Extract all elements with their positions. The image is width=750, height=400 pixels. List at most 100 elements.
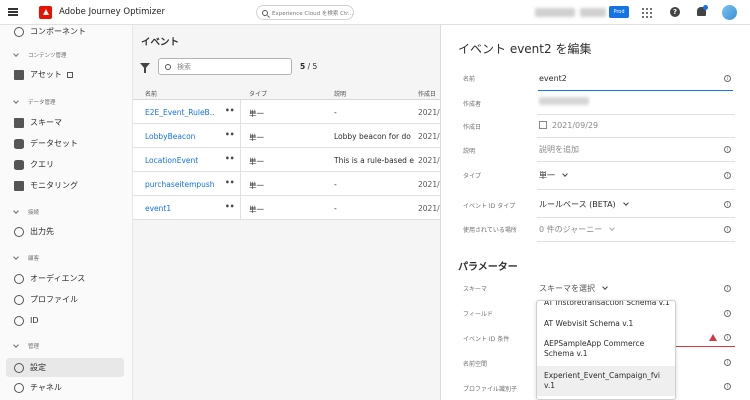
more-actions-icon[interactable]: ••• [225, 154, 235, 163]
table-row[interactable]: LocationEvent ••• 単一 This is a rule-base… [133, 148, 440, 172]
sidebar-item-components[interactable]: コンポーネント [6, 25, 124, 41]
column-header-type[interactable]: タイプ [249, 89, 267, 98]
event-created-date: 2021/0 [418, 204, 440, 213]
type-label: タイプ [463, 173, 482, 180]
sidebar-item-label: オーディエンス [30, 274, 86, 283]
sidebar-item-datasets[interactable]: データセット [6, 134, 124, 153]
sidebar-item-configuration[interactable]: 設定 [6, 358, 124, 377]
app-switcher-icon[interactable] [642, 8, 652, 18]
description-field[interactable]: 説明を追加 [539, 144, 579, 155]
event-name-link[interactable]: purchaseitempush [145, 180, 215, 189]
divider [537, 114, 735, 115]
event-name-link[interactable]: LocationEvent [145, 156, 215, 165]
event-id-type-label: イベント ID タイプ [463, 203, 516, 210]
column-header-created[interactable]: 作成日 [418, 89, 436, 98]
sidebar-item-assets[interactable]: アセット [6, 65, 124, 84]
chevron-down-icon [609, 225, 616, 231]
sidebar-item-channels[interactable]: チャネル [6, 378, 124, 397]
event-name-link[interactable]: LobbyBeacon [145, 132, 215, 141]
sidebar-section-content[interactable]: コンテンツ管理 [13, 51, 67, 59]
more-actions-icon[interactable]: ••• [225, 106, 235, 115]
info-icon[interactable]: i [724, 75, 731, 82]
org-name-redacted[interactable] [535, 8, 575, 17]
notification-badge [703, 5, 708, 10]
schema-label: スキーマ [463, 286, 488, 293]
event-name-value[interactable]: event2 [539, 74, 567, 83]
event-search-input[interactable]: 検索 [158, 58, 292, 75]
environment-button[interactable]: Prod [609, 6, 629, 18]
schema-dropdown[interactable]: スキーマを選択 [539, 283, 608, 294]
created-date-text: 2021/09/29 [552, 121, 599, 130]
sidebar-section-customer[interactable]: 顧客 [13, 254, 39, 262]
info-icon[interactable]: i [724, 334, 731, 341]
chevron-down-icon [13, 342, 19, 348]
help-icon[interactable]: ? [670, 7, 680, 17]
sidebar-section-label: 管理 [28, 344, 40, 350]
components-icon [14, 26, 24, 37]
global-search-input[interactable]: Experience Cloud を検索 Ctr... [256, 5, 354, 20]
profile-identifier-label: プロファイル識別子 [463, 386, 518, 393]
menu-icon[interactable] [0, 0, 25, 25]
event-name-link[interactable]: E2E_Event_RuleB... [145, 108, 215, 117]
info-icon[interactable]: i [724, 310, 731, 317]
sidebar-section-data[interactable]: データ管理 [13, 98, 56, 106]
event-description: - [334, 108, 337, 117]
info-icon[interactable]: i [724, 359, 731, 366]
type-dropdown[interactable]: 単一 [539, 170, 568, 181]
schema-option-selected[interactable]: Experient_Event_Campaign_fvi v.1 [537, 366, 675, 396]
sidebar-section-label: 接続 [28, 210, 40, 216]
event-name-field[interactable] [538, 68, 733, 91]
created-value: 2021/09/29 [539, 121, 598, 130]
namespace-label: 名前空間 [463, 361, 488, 368]
sidebar-item-destinations[interactable]: 出力先 [6, 222, 124, 241]
used-in-value: 0 件のジャーニー [539, 224, 616, 235]
sidebar-item-schemas[interactable]: スキーマ [6, 113, 124, 132]
adobe-logo-icon [39, 5, 52, 19]
info-icon[interactable]: i [724, 172, 731, 179]
more-actions-icon[interactable]: ••• [225, 178, 235, 187]
sidebar-item-monitoring[interactable]: モニタリング [6, 176, 124, 195]
event-type: 単一 [249, 157, 264, 166]
event-name-link[interactable]: event1 [145, 204, 215, 213]
avatar[interactable] [722, 5, 737, 20]
sidebar-section-connections[interactable]: 接続 [13, 208, 40, 216]
info-icon[interactable]: i [724, 146, 731, 153]
assets-icon [14, 69, 24, 80]
chevron-down-icon [13, 98, 19, 104]
global-search-placeholder: Experience Cloud を検索 Ctr... [272, 10, 353, 17]
schema-option[interactable]: AEPSampleApp Commerce Schema v.1 [537, 339, 657, 359]
table-row[interactable]: purchaseitempush ••• 単一 - 2021/0 [133, 172, 440, 196]
event-id-type-dropdown[interactable]: ルールベース (BETA) [539, 199, 629, 210]
sidebar-item-identities[interactable]: ID [6, 311, 124, 330]
used-in-text: 0 件のジャーニー [539, 225, 603, 234]
info-icon[interactable]: i [724, 383, 731, 390]
schema-option[interactable]: AT Webvisit Schema v.1 [537, 319, 675, 329]
column-header-name[interactable]: 名前 [145, 89, 157, 98]
sidebar-item-profiles[interactable]: プロファイル [6, 290, 124, 309]
divider [537, 161, 735, 162]
more-actions-icon[interactable]: ••• [225, 202, 235, 211]
info-icon[interactable]: i [724, 226, 731, 233]
sidebar-item-label: モニタリング [30, 181, 78, 190]
sidebar-item-audiences[interactable]: オーディエンス [6, 269, 124, 288]
table-row[interactable]: event1 ••• 単一 - 2021/0 [133, 196, 440, 220]
result-count: 5 / 5 [300, 62, 317, 71]
sidebar-item-label: アセット [30, 70, 62, 79]
event-description: Lobby beacon for do [334, 132, 411, 141]
chevron-down-icon [622, 200, 629, 206]
table-row[interactable]: E2E_Event_RuleB... ••• 単一 - 2021/0 [133, 100, 440, 124]
filter-icon[interactable] [140, 63, 150, 73]
schema-option[interactable]: AT Instoretransaction Schema v.1 [537, 301, 675, 308]
sidebar-item-queries[interactable]: クエリ [6, 155, 124, 174]
sidebar-section-label: データ管理 [28, 100, 56, 106]
column-header-description[interactable]: 説明 [334, 89, 346, 98]
sandbox-name-redacted[interactable] [580, 8, 606, 17]
sidebar-section-admin[interactable]: 管理 [13, 342, 40, 350]
event-created-date: 2021/0 [418, 156, 440, 165]
info-icon[interactable]: i [724, 285, 731, 292]
info-icon[interactable]: i [724, 201, 731, 208]
more-actions-icon[interactable]: ••• [225, 130, 235, 139]
query-icon [14, 159, 24, 170]
sidebar-section-label: コンテンツ管理 [28, 53, 67, 59]
table-row[interactable]: LobbyBeacon ••• 単一 Lobby beacon for do 2… [133, 124, 440, 148]
